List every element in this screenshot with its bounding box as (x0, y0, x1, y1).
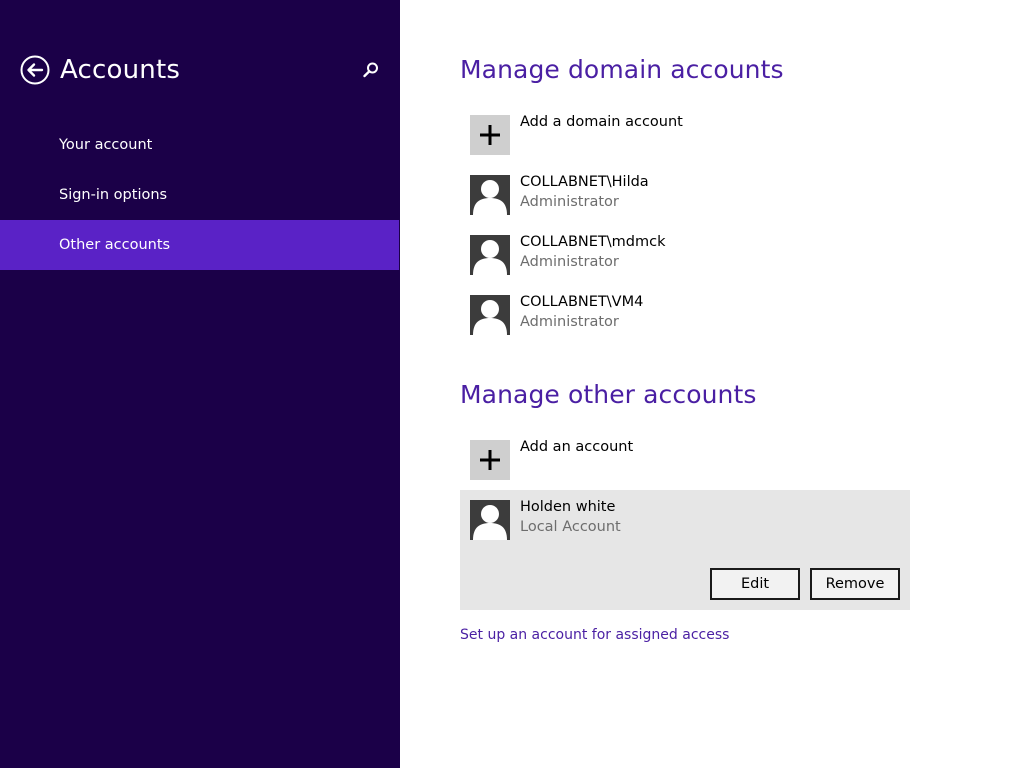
sidebar-item-your-account[interactable]: Your account (0, 120, 400, 170)
account-name: Holden white (520, 499, 616, 515)
add-account-label: Add an account (520, 439, 634, 455)
sidebar: Accounts Your account Sign-in options Ot… (0, 0, 400, 768)
user-icon (473, 240, 507, 275)
account-role: Administrator (520, 314, 619, 330)
account-role: Administrator (520, 194, 619, 210)
user-icon (473, 180, 507, 215)
account-item-vm4[interactable]: COLLABNET\VM4 Administrator (470, 294, 644, 335)
avatar (470, 295, 510, 335)
sidebar-item-label: Your account (59, 137, 153, 153)
add-tile (470, 440, 510, 480)
avatar (470, 175, 510, 215)
plus-icon (480, 125, 500, 145)
back-button[interactable] (20, 55, 50, 85)
search-icon (363, 62, 378, 78)
account-item-mdmck[interactable]: COLLABNET\mdmck Administrator (470, 234, 666, 275)
sidebar-item-other-accounts[interactable]: Other accounts (0, 220, 399, 270)
account-role: Local Account (520, 519, 621, 535)
account-role: Administrator (520, 254, 619, 270)
account-name: COLLABNET\mdmck (520, 234, 666, 250)
sidebar-item-label: Other accounts (59, 237, 171, 253)
domain-accounts-heading: Manage domain accounts (460, 55, 784, 84)
assigned-access-link[interactable]: Set up an account for assigned access (460, 627, 729, 643)
avatar (470, 500, 510, 540)
page-title: Accounts (60, 55, 181, 85)
account-item-hilda[interactable]: COLLABNET\Hilda Administrator (470, 174, 649, 215)
edit-button[interactable]: Edit (710, 568, 800, 600)
search-button[interactable] (362, 61, 380, 79)
remove-button[interactable]: Remove (810, 568, 900, 600)
main-content: Manage domain accounts Add a domain acco… (460, 0, 1024, 768)
sidebar-item-sign-in-options[interactable]: Sign-in options (0, 170, 400, 220)
sidebar-item-label: Sign-in options (59, 187, 168, 203)
user-icon (473, 505, 507, 540)
other-accounts-heading: Manage other accounts (460, 380, 757, 409)
selected-account-card: Holden white Local Account Edit Remove (460, 490, 910, 610)
account-item-holden-white[interactable]: Holden white Local Account (470, 499, 621, 540)
account-name: COLLABNET\VM4 (520, 294, 644, 310)
plus-icon (480, 450, 500, 470)
add-domain-account-button[interactable]: Add a domain account (470, 114, 683, 155)
user-icon (473, 300, 507, 335)
avatar (470, 235, 510, 275)
settings-app: Accounts Your account Sign-in options Ot… (0, 0, 1024, 768)
sidebar-nav: Your account Sign-in options Other accou… (0, 120, 400, 270)
account-name: COLLABNET\Hilda (520, 174, 649, 190)
add-account-button[interactable]: Add an account (470, 439, 634, 480)
add-domain-account-label: Add a domain account (520, 114, 683, 130)
add-tile (470, 115, 510, 155)
back-arrow-icon (20, 55, 50, 85)
